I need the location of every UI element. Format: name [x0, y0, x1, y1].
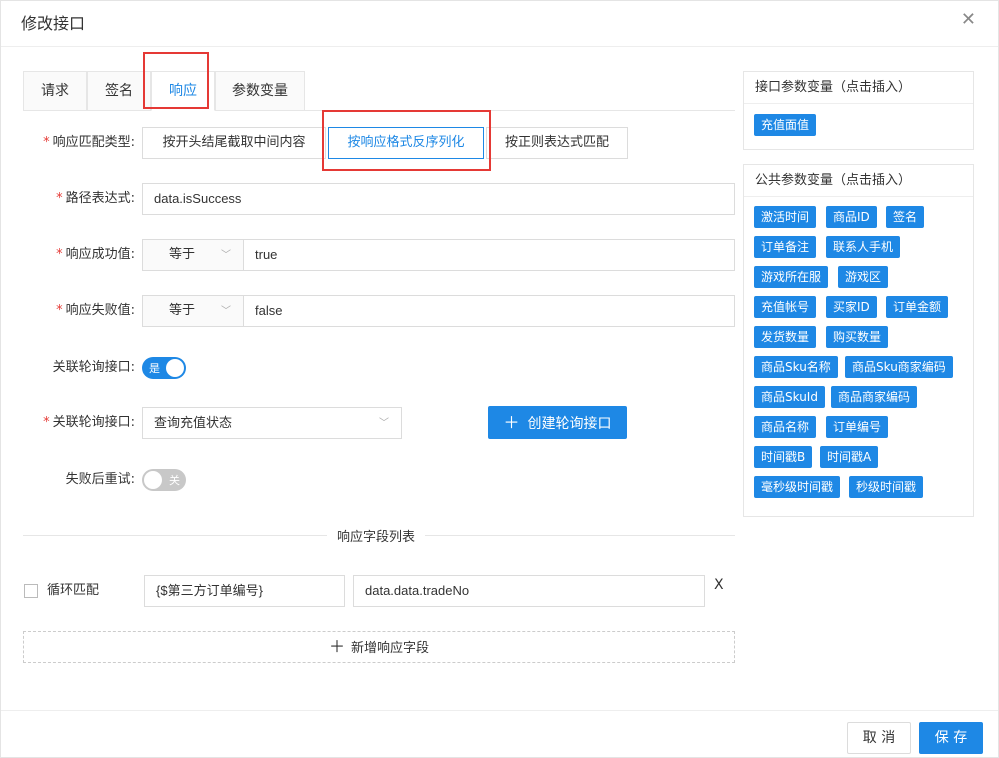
remove-field-icon[interactable]: X [714, 577, 724, 593]
poll-toggle-switch[interactable]: 是 [142, 357, 186, 379]
public-vars-title: 公共参数变量（点击插入） [744, 165, 973, 197]
tab-bar: 请求 签名 响应 参数变量 [23, 71, 735, 111]
tab-param-vars[interactable]: 参数变量 [215, 71, 305, 111]
retry-switch[interactable]: 关 [142, 469, 186, 491]
success-operator-select[interactable]: 等于 ﹀ [142, 239, 244, 271]
match-option-regex[interactable]: 按正则表达式匹配 [486, 127, 628, 159]
var-chip[interactable]: 订单编号 [826, 416, 889, 438]
var-chip[interactable]: 购买数量 [826, 326, 889, 348]
var-chip[interactable]: 秒级时间戳 [849, 476, 924, 498]
var-chip[interactable]: 商品名称 [754, 416, 817, 438]
loop-match-label: 循环匹配 [47, 583, 100, 598]
match-option-trim[interactable]: 按开头结尾截取中间内容 [142, 127, 326, 159]
add-field-button[interactable]: ＋新增响应字段 [23, 631, 735, 663]
success-value-input[interactable]: true [243, 239, 735, 271]
var-chip[interactable]: 商品Sku商家编码 [845, 356, 953, 378]
switch-knob [144, 471, 162, 489]
field-name-input[interactable]: {$第三方订单编号} [144, 575, 345, 607]
var-chip[interactable]: 游戏区 [838, 266, 889, 288]
var-chip[interactable]: 毫秒级时间戳 [754, 476, 841, 498]
poll-interface-select[interactable]: 查询充值状态 ﹀ [142, 407, 402, 439]
var-chip[interactable]: 签名 [886, 206, 925, 228]
interface-vars-panel: 接口参数变量（点击插入） 充值面值 [743, 71, 974, 150]
chevron-down-icon: ﹀ [221, 250, 231, 261]
fail-operator-value: 等于 [169, 303, 196, 318]
poll-toggle-label: 关联轮询接口: [52, 360, 135, 375]
poll-select-label: * 关联轮询接口: [43, 415, 135, 430]
public-vars-panel: 公共参数变量（点击插入） 激活时间 商品ID 签名 订单备注 联系人手机 游戏所… [743, 164, 974, 517]
var-chip[interactable]: 买家ID [826, 296, 877, 318]
var-chip[interactable]: 商品ID [826, 206, 877, 228]
var-chip[interactable]: 订单金额 [886, 296, 949, 318]
interface-vars-title: 接口参数变量（点击插入） [744, 72, 973, 104]
chevron-down-icon: ﹀ [379, 418, 389, 429]
create-poll-button[interactable]: ＋创建轮询接口 [488, 406, 627, 439]
success-label: * 响应成功值: [56, 247, 135, 262]
retry-state: 关 [169, 474, 180, 487]
poll-select-value: 查询充值状态 [154, 415, 233, 430]
fail-value-input[interactable]: false [243, 295, 735, 327]
var-chip[interactable]: 联系人手机 [826, 236, 901, 258]
match-type-label: * 响应匹配类型: [43, 135, 135, 150]
success-operator-value: 等于 [169, 247, 196, 262]
tab-signature[interactable]: 签名 [87, 71, 151, 111]
var-chip[interactable]: 激活时间 [754, 206, 817, 228]
path-input[interactable]: data.isSuccess [142, 183, 735, 215]
match-option-deserialize[interactable]: 按响应格式反序列化 [328, 127, 484, 159]
dialog-header: 修改接口 ✕ [1, 1, 998, 47]
tab-response[interactable]: 响应 [151, 71, 215, 111]
poll-toggle-state: 是 [149, 362, 160, 375]
tab-request[interactable]: 请求 [23, 71, 87, 111]
fields-section-title: 响应字段列表 [327, 526, 426, 545]
loop-match-checkbox[interactable] [24, 584, 38, 598]
plus-icon: ＋ [503, 413, 520, 432]
close-icon[interactable]: ✕ [961, 9, 976, 30]
chevron-down-icon: ﹀ [221, 306, 231, 317]
var-chip[interactable]: 时间戳B [754, 446, 813, 468]
var-chip[interactable]: 游戏所在服 [754, 266, 829, 288]
plus-icon: ＋ [328, 637, 345, 656]
footer-divider [1, 710, 998, 711]
var-chip[interactable]: 订单备注 [754, 236, 817, 258]
cancel-button[interactable]: 取 消 [847, 722, 911, 754]
field-path-input[interactable]: data.data.tradeNo [353, 575, 705, 607]
dialog-title: 修改接口 [21, 14, 86, 33]
save-button[interactable]: 保 存 [919, 722, 983, 754]
var-chip[interactable]: 充值帐号 [754, 296, 817, 318]
var-chip[interactable]: 商品Sku名称 [754, 356, 838, 378]
var-chip[interactable]: 商品商家编码 [831, 386, 918, 408]
retry-label: 失败后重试: [65, 472, 135, 487]
edit-interface-dialog: 修改接口 ✕ 请求 签名 响应 参数变量 * 响应匹配类型: 按开头结尾截取中间内… [0, 0, 999, 758]
var-chip[interactable]: 发货数量 [754, 326, 817, 348]
var-chip[interactable]: 时间戳A [820, 446, 879, 468]
switch-knob [166, 359, 184, 377]
var-chip[interactable]: 商品SkuId [754, 386, 825, 408]
var-chip[interactable]: 充值面值 [754, 114, 817, 136]
fail-operator-select[interactable]: 等于 ﹀ [142, 295, 244, 327]
fail-label: * 响应失败值: [56, 303, 135, 318]
path-label: * 路径表达式: [56, 191, 135, 206]
